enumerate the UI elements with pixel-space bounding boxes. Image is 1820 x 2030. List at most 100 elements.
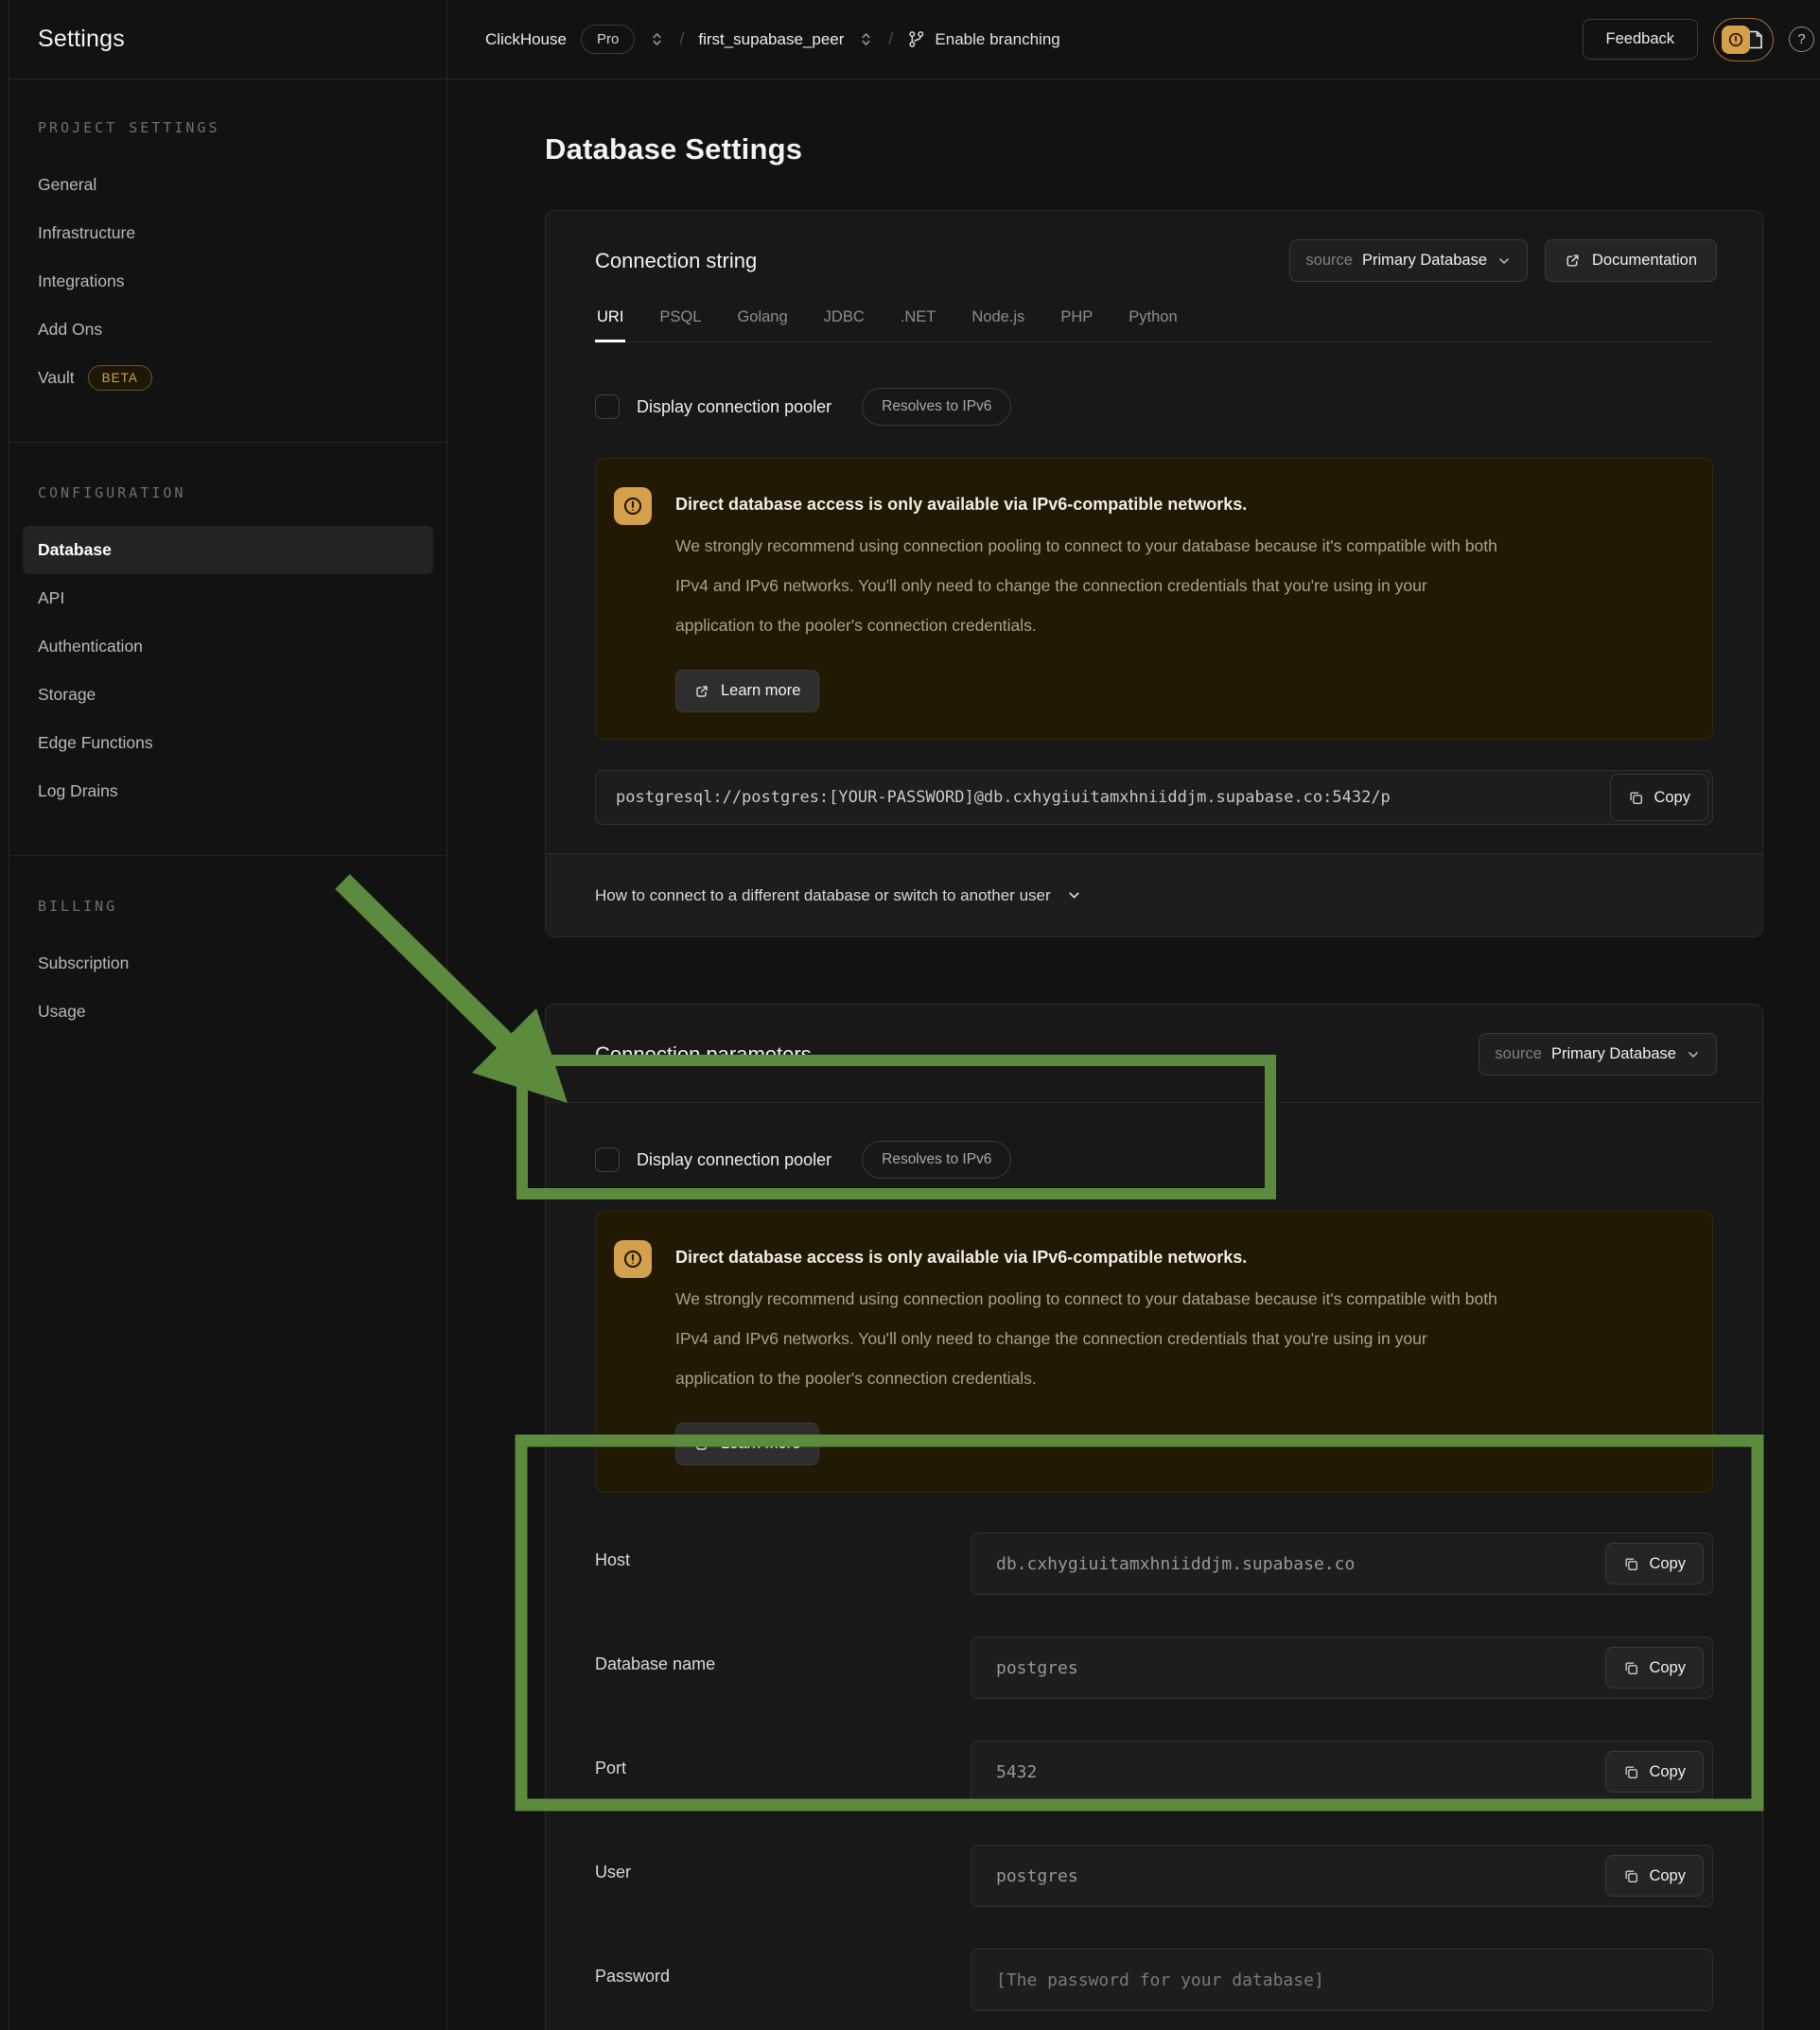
feedback-button[interactable]: Feedback (1583, 19, 1698, 60)
tab-php[interactable]: PHP (1059, 308, 1094, 341)
sidebar-item-add-ons[interactable]: Add Ons (23, 306, 433, 354)
learn-more-button[interactable]: Learn more (675, 1423, 819, 1465)
resolves-ipv6-badge: Resolves to IPv6 (862, 1141, 1011, 1179)
page-title: Database Settings (545, 132, 1820, 166)
main-area: ClickHouse Pro / first_supabase_peer / (447, 0, 1820, 2030)
sidebar-item-infrastructure[interactable]: Infrastructure (23, 209, 433, 257)
section-label-project-settings: PROJECT SETTINGS (38, 119, 446, 136)
user-input[interactable]: postgres Copy (971, 1845, 1713, 1907)
warning-body: We strongly recommend using connection p… (675, 526, 1508, 645)
connection-string-tabs: URI PSQL Golang JDBC .NET Node.js PHP Py… (595, 308, 1713, 342)
sidebar-divider: CONFIGURATION Database API Authenticatio… (9, 442, 446, 815)
sidebar-item-vault[interactable]: Vault BETA (23, 354, 433, 402)
display-connection-pooler-checkbox[interactable] (595, 394, 620, 419)
port-row: Port 5432 Copy (595, 1741, 1713, 1803)
external-link-icon (694, 1437, 709, 1452)
copy-icon (1623, 1764, 1639, 1780)
project-name[interactable]: first_supabase_peer (698, 30, 844, 49)
project-switcher-chevrons-icon[interactable] (858, 31, 874, 47)
sidebar-item-log-drains[interactable]: Log Drains (23, 767, 433, 815)
copy-port-button[interactable]: Copy (1605, 1751, 1704, 1793)
sidebar-item-api[interactable]: API (23, 574, 433, 622)
resolves-ipv6-badge: Resolves to IPv6 (862, 388, 1011, 426)
port-input[interactable]: 5432 Copy (971, 1741, 1713, 1803)
pooler-label: Display connection pooler (637, 397, 831, 417)
external-link-icon (694, 684, 709, 699)
copy-user-button[interactable]: Copy (1605, 1855, 1704, 1897)
sidebar-divider: BILLING Subscription Usage (9, 855, 446, 1036)
breadcrumb-separator: / (888, 29, 893, 49)
warning-icon (614, 1240, 652, 1278)
warning-icon (614, 487, 652, 525)
avatar[interactable] (1713, 18, 1774, 61)
user-label: User (595, 1845, 971, 1882)
chevron-down-icon (1066, 887, 1082, 903)
pooler-row: Display connection pooler Resolves to IP… (595, 1139, 1713, 1181)
user-row: User postgres Copy (595, 1845, 1713, 1907)
sidebar-item-edge-functions[interactable]: Edge Functions (23, 719, 433, 767)
tab-uri[interactable]: URI (595, 308, 625, 342)
help-icon[interactable]: ? (1789, 26, 1814, 52)
settings-sidebar: Settings PROJECT SETTINGS General Infras… (9, 0, 447, 2030)
database-settings-page: Settings PROJECT SETTINGS General Infras… (0, 0, 1820, 2030)
learn-more-button[interactable]: Learn more (675, 670, 819, 712)
host-input[interactable]: db.cxhygiuitamxhniiddjm.supabase.co Copy (971, 1532, 1713, 1595)
how-to-connect-toggle[interactable]: How to connect to a different database o… (546, 853, 1762, 936)
source-select[interactable]: source Primary Database (1289, 239, 1528, 282)
sidebar-item-general[interactable]: General (23, 161, 433, 209)
tab-psql[interactable]: PSQL (657, 308, 703, 341)
sidebar-nav: PROJECT SETTINGS General Infrastructure … (9, 79, 446, 1036)
tab-nodejs[interactable]: Node.js (970, 308, 1026, 341)
copy-host-button[interactable]: Copy (1605, 1543, 1704, 1584)
top-bar-right: Feedback ? (1583, 18, 1814, 61)
git-branch-icon (907, 30, 925, 48)
sidebar-header: Settings (9, 0, 446, 79)
source-select[interactable]: source Primary Database (1479, 1033, 1717, 1076)
tab-golang[interactable]: Golang (735, 308, 789, 341)
database-name-input[interactable]: postgres Copy (971, 1636, 1713, 1699)
section-label-configuration: CONFIGURATION (38, 484, 446, 501)
copy-icon (1628, 790, 1644, 806)
tab-python[interactable]: Python (1127, 308, 1179, 341)
content: Database Settings Connection string sour… (447, 79, 1820, 2030)
password-row: Password (595, 1949, 1713, 2011)
connection-uri-block: postgresql://postgres:[YOUR-PASSWORD]@db… (595, 770, 1713, 825)
section-label-billing: BILLING (38, 898, 446, 915)
connection-uri-value: postgresql://postgres:[YOUR-PASSWORD]@db… (616, 788, 1610, 807)
documentation-button[interactable]: Documentation (1545, 239, 1717, 282)
copy-uri-button[interactable]: Copy (1610, 774, 1708, 821)
password-input[interactable] (996, 1970, 1704, 1990)
sidebar-item-usage[interactable]: Usage (23, 988, 433, 1036)
connection-string-title: Connection string (595, 249, 757, 273)
enable-branching-button[interactable]: Enable branching (907, 30, 1059, 49)
top-bar: ClickHouse Pro / first_supabase_peer / (447, 0, 1820, 79)
warning-title: Direct database access is only available… (675, 1240, 1508, 1268)
tab-dotnet[interactable]: .NET (899, 308, 938, 341)
database-name-label: Database name (595, 1636, 971, 1674)
org-switcher-chevrons-icon[interactable] (649, 31, 665, 47)
external-link-icon (1565, 253, 1581, 269)
display-connection-pooler-checkbox[interactable] (595, 1147, 620, 1172)
password-label: Password (595, 1949, 971, 1986)
tab-jdbc[interactable]: JDBC (822, 308, 866, 341)
host-row: Host db.cxhygiuitamxhniiddjm.supabase.co… (595, 1532, 1713, 1595)
sidebar-item-authentication[interactable]: Authentication (23, 622, 433, 671)
sidebar-item-subscription[interactable]: Subscription (23, 939, 433, 988)
ipv6-warning: Direct database access is only available… (595, 1211, 1713, 1493)
sidebar-title: Settings (38, 26, 125, 53)
copy-database-name-button[interactable]: Copy (1605, 1647, 1704, 1689)
connection-parameters-card: Connection parameters source Primary Dat… (545, 1004, 1763, 2030)
sidebar-item-integrations[interactable]: Integrations (23, 257, 433, 306)
plan-badge: Pro (581, 25, 635, 54)
warning-badge-icon (1722, 26, 1750, 54)
warning-title: Direct database access is only available… (675, 487, 1508, 515)
host-label: Host (595, 1532, 971, 1570)
sidebar-item-storage[interactable]: Storage (23, 671, 433, 719)
copy-icon (1623, 1660, 1639, 1676)
org-name[interactable]: ClickHouse (485, 30, 567, 49)
beta-badge: BETA (88, 365, 152, 391)
ipv6-warning: Direct database access is only available… (595, 458, 1713, 740)
copy-icon (1623, 1868, 1639, 1884)
sidebar-item-database[interactable]: Database (23, 526, 433, 574)
password-field[interactable] (971, 1949, 1713, 2011)
